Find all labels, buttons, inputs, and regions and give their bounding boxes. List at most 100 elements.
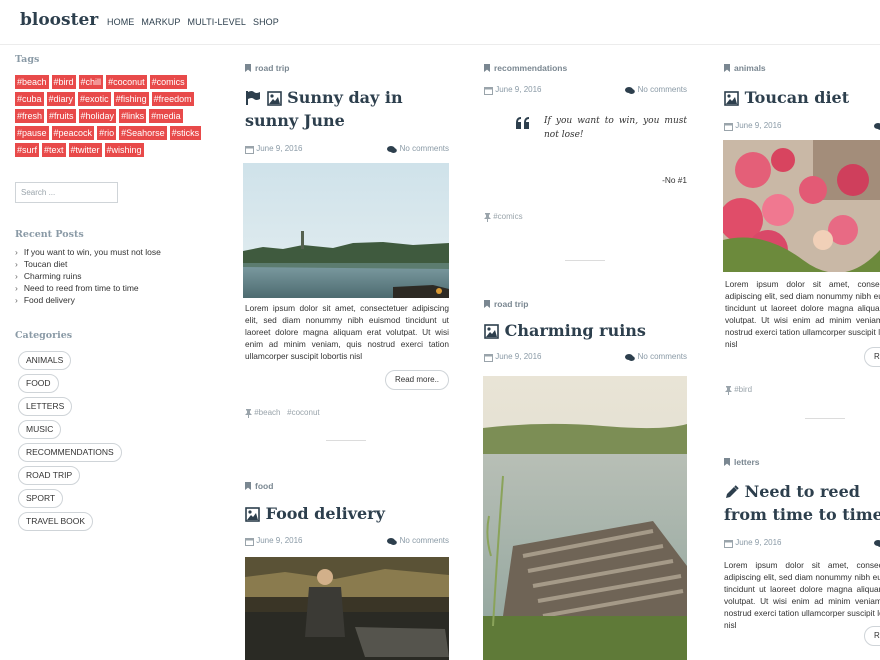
- tag-link[interactable]: #diary: [46, 92, 76, 106]
- recent-post-link[interactable]: Food delivery: [15, 294, 215, 306]
- category-link[interactable]: ROAD TRIP: [18, 466, 81, 485]
- calendar-icon: [484, 87, 493, 95]
- site-header: blooster HOME MARKUP MULTI-LEVEL SHOP: [0, 0, 880, 45]
- read-more-button[interactable]: Read more..: [864, 347, 880, 367]
- post-toucan-diet: animals Toucan diet June 9, 2016: [724, 63, 880, 131]
- post-category[interactable]: animals: [724, 63, 880, 73]
- nav-item-shop[interactable]: SHOP: [253, 17, 279, 27]
- post-title[interactable]: Toucan diet: [724, 86, 880, 109]
- pin-icon: [725, 386, 732, 395]
- category-link[interactable]: TRAVEL BOOK: [18, 512, 94, 531]
- tag-link[interactable]: #chill: [78, 75, 104, 89]
- post-comments[interactable]: No comments: [387, 144, 449, 154]
- post-comments[interactable]: [874, 538, 880, 548]
- category-link[interactable]: MUSIC: [18, 420, 62, 439]
- tag-link[interactable]: #pause: [15, 126, 49, 140]
- post-category[interactable]: road trip: [245, 63, 449, 73]
- tag-link[interactable]: #fresh: [15, 109, 45, 123]
- image-icon: [484, 324, 499, 339]
- post-meta: June 9, 2016: [724, 121, 880, 131]
- nav-item-multi-level[interactable]: MULTI-LEVEL: [188, 17, 246, 27]
- post-sunny-day: road trip Sunny day in sunny June June 9…: [245, 63, 449, 154]
- post-featured-image[interactable]: [723, 140, 880, 272]
- recent-post-link[interactable]: Charming ruins: [15, 270, 215, 282]
- post-featured-image[interactable]: [245, 557, 449, 660]
- tag-link[interactable]: #coconut: [106, 75, 147, 89]
- post-tag-link[interactable]: #bird: [734, 385, 752, 394]
- tag-link[interactable]: #cuba: [15, 92, 44, 106]
- post-divider: [805, 418, 845, 419]
- recent-posts-list: If you want to win, you must not lose To…: [15, 246, 215, 306]
- calendar-icon: [245, 538, 254, 546]
- comments-icon: [874, 123, 880, 130]
- tag-link[interactable]: #holiday: [78, 109, 117, 123]
- post-tag-link[interactable]: #comics: [493, 212, 522, 221]
- post-comments[interactable]: No comments: [625, 85, 687, 95]
- search-input[interactable]: Search ...: [15, 182, 118, 203]
- tag-link[interactable]: #Seahorse: [119, 126, 167, 140]
- tag-link[interactable]: #comics: [149, 75, 187, 89]
- recent-post-link[interactable]: Toucan diet: [15, 258, 215, 270]
- post-quote: recommendations June 9, 2016 No comments…: [484, 63, 687, 222]
- post-category[interactable]: recommendations: [484, 63, 687, 73]
- tag-link[interactable]: #text: [42, 143, 66, 157]
- tag-link[interactable]: #sticks: [169, 126, 202, 140]
- tag-link[interactable]: #fishing: [113, 92, 149, 106]
- post-comments[interactable]: No comments: [387, 536, 449, 546]
- tag-link[interactable]: #wishing: [104, 143, 144, 157]
- post-date[interactable]: June 9, 2016: [484, 85, 542, 95]
- post-need-to-reed: letters Need to reed from time to time J…: [724, 457, 880, 631]
- post-title[interactable]: Charming ruins: [484, 319, 687, 342]
- post-comments[interactable]: [874, 121, 880, 131]
- recent-post-link[interactable]: Need to reed from time to time: [15, 282, 215, 294]
- tag-link[interactable]: #beach: [15, 75, 49, 89]
- post-featured-image[interactable]: [243, 163, 449, 298]
- categories-title: Categories: [15, 330, 73, 341]
- post-featured-image[interactable]: [483, 376, 687, 660]
- post-category[interactable]: letters: [724, 457, 880, 467]
- tag-link[interactable]: #exotic: [78, 92, 111, 106]
- read-more-button[interactable]: Read more..: [385, 370, 450, 390]
- post-title[interactable]: Food delivery: [245, 502, 449, 525]
- categories-list: ANIMALS FOOD LETTERS MUSIC RECOMMENDATIO…: [15, 351, 215, 531]
- site-title[interactable]: blooster: [20, 10, 98, 30]
- post-meta: June 9, 2016: [724, 538, 880, 548]
- tag-link[interactable]: #media: [149, 109, 183, 123]
- calendar-icon: [245, 146, 254, 154]
- read-more-button[interactable]: Read more..: [864, 626, 880, 646]
- recent-post-link[interactable]: If you want to win, you must not lose: [15, 246, 215, 258]
- image-icon: [724, 91, 739, 106]
- tag-link[interactable]: #freedom: [151, 92, 194, 106]
- tag-link[interactable]: #links: [119, 109, 147, 123]
- tag-link[interactable]: #peacock: [51, 126, 95, 140]
- post-tag-link[interactable]: #beach: [254, 408, 280, 417]
- post-comments[interactable]: No comments: [625, 352, 687, 362]
- pin-icon: [245, 409, 252, 418]
- tag-link[interactable]: #surf: [15, 143, 40, 157]
- tag-link[interactable]: #rio: [97, 126, 117, 140]
- post-date[interactable]: June 9, 2016: [724, 121, 782, 131]
- post-date[interactable]: June 9, 2016: [245, 144, 303, 154]
- post-date[interactable]: June 9, 2016: [484, 352, 542, 362]
- tag-link[interactable]: #fruits: [47, 109, 76, 123]
- post-title[interactable]: Need to reed from time to time: [724, 480, 880, 526]
- post-title[interactable]: Sunny day in sunny June: [245, 86, 449, 132]
- post-date[interactable]: June 9, 2016: [724, 538, 782, 548]
- category-link[interactable]: ANIMALS: [18, 351, 72, 370]
- category-link[interactable]: LETTERS: [18, 397, 73, 416]
- comments-icon: [625, 87, 636, 94]
- post-category[interactable]: food: [245, 481, 449, 491]
- tag-link[interactable]: #twitter: [68, 143, 102, 157]
- category-link[interactable]: RECOMMENDATIONS: [18, 443, 122, 462]
- nav-item-markup[interactable]: MARKUP: [141, 17, 180, 27]
- post-category[interactable]: road trip: [484, 299, 687, 309]
- calendar-icon: [724, 123, 733, 131]
- post-date[interactable]: June 9, 2016: [245, 536, 303, 546]
- calendar-icon: [724, 540, 733, 548]
- category-link[interactable]: SPORT: [18, 489, 64, 508]
- category-link[interactable]: FOOD: [18, 374, 59, 393]
- tag-link[interactable]: #bird: [51, 75, 76, 89]
- post-tags: #bird: [725, 385, 752, 395]
- post-tag-link[interactable]: #coconut: [287, 408, 319, 417]
- nav-item-home[interactable]: HOME: [107, 17, 134, 27]
